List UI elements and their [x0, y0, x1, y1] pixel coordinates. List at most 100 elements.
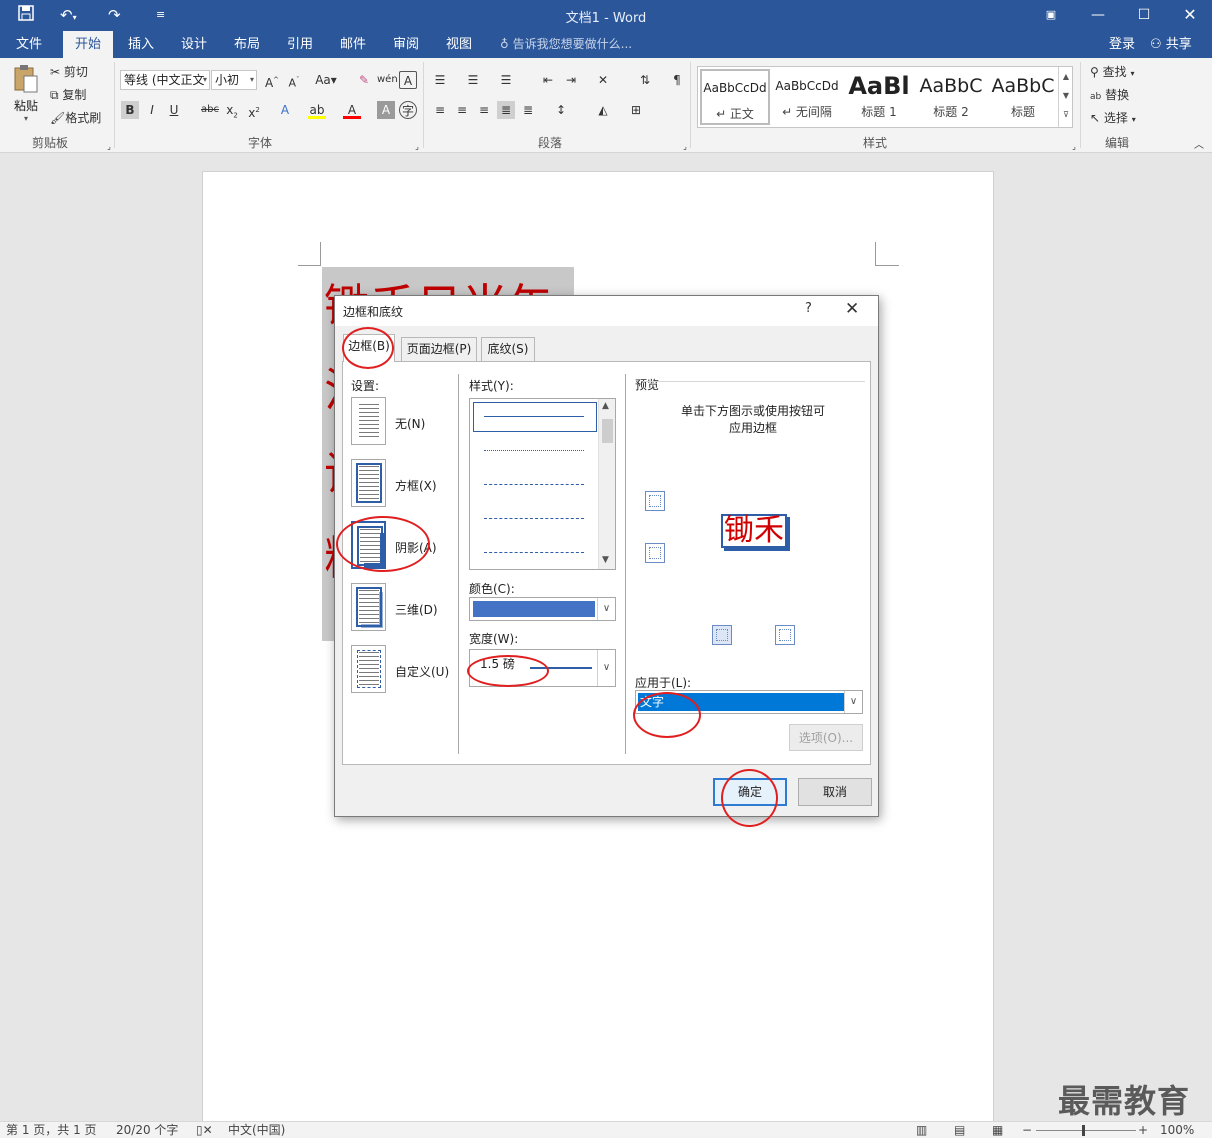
proofing-icon[interactable]: ▯✕	[196, 1122, 213, 1138]
format-painter-button[interactable]: 🖌格式刷	[50, 109, 101, 129]
share-button[interactable]: ⚇ 共享	[1150, 31, 1192, 58]
word-count[interactable]: 20/20 个字	[116, 1122, 178, 1138]
setting-3d-icon[interactable]	[351, 583, 386, 631]
cut-button[interactable]: ✂ 剪切	[50, 63, 88, 83]
chevron-up-icon[interactable]: ▲	[602, 401, 609, 411]
setting-box-label[interactable]: 方框(X)	[395, 477, 437, 494]
style-no-spacing[interactable]: AaBbCcDd ↵ 无间隔	[772, 69, 842, 125]
line-style-solid[interactable]	[484, 416, 584, 417]
sort-icon[interactable]: ⇅	[636, 71, 654, 89]
bullets-icon[interactable]: ☰	[431, 71, 449, 89]
login-link[interactable]: 登录	[1109, 31, 1135, 58]
setting-shadow-label[interactable]: 阴影(A)	[395, 539, 437, 556]
change-case-icon[interactable]: Aa▾	[313, 71, 339, 89]
underline-icon[interactable]: U	[165, 101, 183, 119]
setting-custom-label[interactable]: 自定义(U)	[395, 663, 449, 680]
superscript-icon[interactable]: x2	[245, 101, 263, 120]
copy-button[interactable]: ⧉ 复制	[50, 86, 86, 106]
tab-design[interactable]: 设计	[169, 31, 219, 58]
setting-custom-icon[interactable]	[351, 645, 386, 693]
paste-button[interactable]: 粘贴 ▾	[8, 62, 44, 128]
select-button[interactable]: ↖ 选择 ▾	[1090, 109, 1136, 129]
options-button[interactable]: 选项(O)...	[789, 724, 863, 751]
zoom-level[interactable]: 100%	[1160, 1122, 1194, 1138]
text-effects-icon[interactable]: A	[276, 101, 294, 119]
close-icon[interactable]: ✕	[1170, 3, 1210, 27]
style-heading-2[interactable]: AaBbC 标题 2	[916, 69, 986, 125]
style-scrollbar[interactable]: ▲ ▼	[598, 399, 615, 569]
borders-icon[interactable]: ⊞	[627, 101, 645, 119]
enclose-char-icon[interactable]: 字	[399, 101, 417, 119]
setting-3d-label[interactable]: 三维(D)	[395, 601, 438, 618]
ok-button[interactable]: 确定	[713, 778, 787, 806]
page-count[interactable]: 第 1 页，共 1 页	[6, 1122, 97, 1138]
line-style-dotted[interactable]	[484, 450, 584, 451]
line-spacing-icon[interactable]: ↕	[552, 101, 570, 119]
multilevel-list-icon[interactable]: ☰	[497, 71, 515, 89]
zoom-in-icon[interactable]: +	[1138, 1122, 1148, 1138]
language-indicator[interactable]: 中文(中国)	[228, 1122, 285, 1138]
line-style-small-dash[interactable]	[484, 484, 584, 485]
grow-font-icon[interactable]: A^	[263, 71, 281, 90]
left-border-button[interactable]	[712, 625, 732, 645]
shading-icon[interactable]: ◭	[594, 101, 612, 119]
subscript-icon[interactable]: x2	[223, 101, 241, 119]
shrink-font-icon[interactable]: Aˇ	[285, 71, 303, 90]
setting-none-label[interactable]: 无(N)	[395, 415, 425, 432]
justify-icon[interactable]: ≣	[497, 101, 515, 119]
phonetic-guide-icon[interactable]: wén	[377, 71, 398, 89]
preview-sample[interactable]: 锄禾	[721, 514, 787, 548]
line-style-dash-dot[interactable]	[484, 552, 584, 553]
char-shading-icon[interactable]: A	[377, 101, 395, 119]
zoom-out-icon[interactable]: −	[1022, 1122, 1032, 1138]
chinese-layout-icon[interactable]: ✕	[594, 71, 612, 89]
align-left-icon[interactable]: ≡	[431, 101, 449, 119]
close-icon[interactable]: ✕	[845, 299, 859, 319]
line-style-list[interactable]: ▲ ▼	[469, 398, 616, 570]
top-border-button[interactable]	[645, 491, 665, 511]
strikethrough-icon[interactable]: abc	[199, 101, 221, 119]
color-combo[interactable]: ∨	[469, 597, 616, 621]
read-mode-icon[interactable]: ▥	[916, 1122, 927, 1138]
bottom-border-button[interactable]	[645, 543, 665, 563]
cancel-button[interactable]: 取消	[798, 778, 872, 806]
maximize-icon[interactable]: ☐	[1124, 3, 1164, 27]
chevron-down-icon[interactable]: ∨	[597, 598, 615, 620]
font-name-combo[interactable]: 等线 (中文正文 ▾	[120, 70, 210, 90]
align-right-icon[interactable]: ≡	[475, 101, 493, 119]
tab-borders[interactable]: 边框(B)	[343, 334, 395, 362]
web-layout-icon[interactable]: ▦	[992, 1122, 1003, 1138]
tab-insert[interactable]: 插入	[116, 31, 166, 58]
apply-to-combo[interactable]: 文字 ∨	[635, 690, 863, 714]
ribbon-display-icon[interactable]: ▣	[1031, 3, 1071, 27]
tab-shading[interactable]: 底纹(S)	[481, 337, 535, 361]
style-title[interactable]: AaBbC 标题	[988, 69, 1058, 125]
style-normal[interactable]: AaBbCcDd ↵ 正文	[700, 69, 770, 125]
minimize-icon[interactable]: —	[1078, 3, 1118, 27]
line-style-dash[interactable]	[484, 518, 584, 519]
setting-none-icon[interactable]	[351, 397, 386, 445]
print-layout-icon[interactable]: ▤	[954, 1122, 965, 1138]
tab-references[interactable]: 引用	[275, 31, 325, 58]
setting-box-icon[interactable]	[351, 459, 386, 507]
replace-button[interactable]: ab 替换	[1090, 86, 1129, 106]
clear-format-icon[interactable]: ✎	[355, 71, 373, 89]
chevron-down-icon[interactable]: ∨	[597, 650, 615, 686]
right-border-button[interactable]	[775, 625, 795, 645]
scroll-thumb[interactable]	[602, 419, 613, 443]
numbering-icon[interactable]: ☰	[464, 71, 482, 89]
chevron-down-icon[interactable]: ▼	[602, 555, 609, 565]
style-heading-1[interactable]: AaBl 标题 1	[844, 69, 914, 125]
highlight-icon[interactable]: ab	[308, 101, 326, 119]
font-size-combo[interactable]: 小初 ▾	[211, 70, 257, 90]
distributed-icon[interactable]: ≣	[519, 101, 537, 119]
tab-file[interactable]: 文件	[4, 31, 54, 58]
bold-icon[interactable]: B	[121, 101, 139, 119]
align-center-icon[interactable]: ≡	[453, 101, 471, 119]
styles-scroll[interactable]: ▲ ▼ ⊽	[1058, 67, 1073, 127]
tab-layout[interactable]: 布局	[222, 31, 272, 58]
tell-me-box[interactable]: ♁ 告诉我您想要做什么...	[500, 31, 632, 58]
help-icon[interactable]: ?	[805, 301, 812, 316]
find-button[interactable]: ⚲ 查找 ▾	[1090, 63, 1134, 83]
tab-page-border[interactable]: 页面边框(P)	[401, 337, 477, 361]
